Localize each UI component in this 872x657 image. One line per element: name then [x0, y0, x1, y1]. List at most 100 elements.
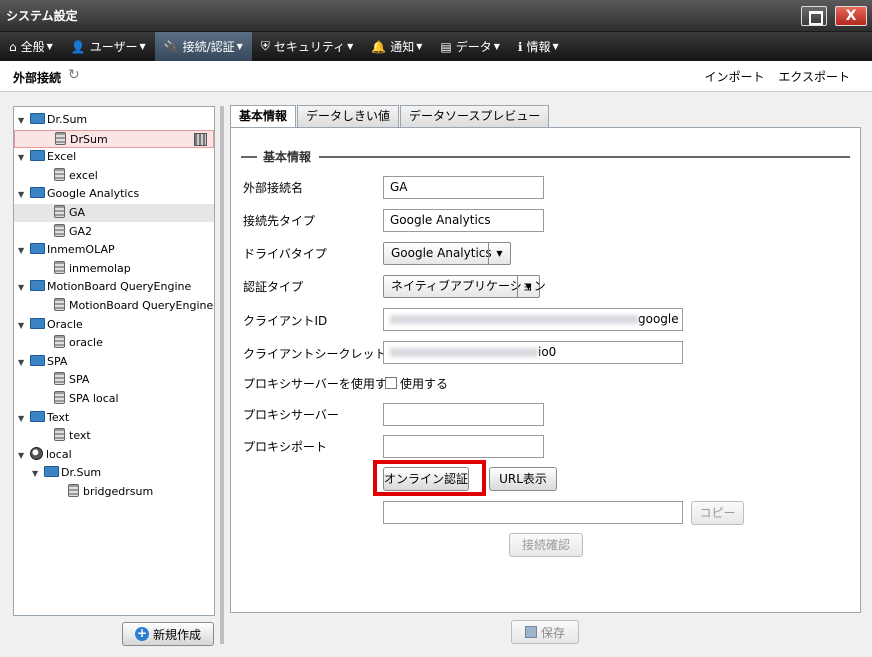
tree-item-group[interactable]: ▼ local	[14, 446, 214, 464]
plug-icon: 🔌	[163, 39, 179, 54]
driver-type-value: Google Analytics	[391, 246, 492, 260]
caret-down-icon: ▼	[347, 42, 354, 51]
menu-label: 接続/認証	[182, 40, 235, 54]
menu-general[interactable]: ⌂ 全般 ▼	[0, 32, 62, 61]
import-link[interactable]: インポート	[705, 70, 765, 84]
expand-arrow-icon[interactable]: ▼	[18, 447, 30, 465]
trash-icon[interactable]	[194, 132, 207, 146]
tree-item-label: text	[69, 429, 91, 443]
type-label: 接続先タイプ	[243, 214, 316, 228]
tree-item-group[interactable]: ▼ Dr.Sum	[14, 464, 214, 482]
connection-name-input[interactable]: GA	[383, 176, 544, 199]
menu-label: データ	[455, 40, 492, 54]
connection-type-input[interactable]: Google Analytics	[383, 209, 544, 232]
tree-item-label: Dr.Sum	[61, 466, 102, 480]
database-icon	[54, 391, 65, 404]
menu-data[interactable]: ▤ データ ▼	[431, 32, 509, 61]
export-link[interactable]: エクスポート	[778, 70, 850, 84]
auth-url-input[interactable]	[383, 501, 683, 524]
tree-item-connection[interactable]: DrSum	[14, 129, 214, 148]
tree-item-connection[interactable]: MotionBoard QueryEngine	[14, 297, 214, 315]
use-proxy-checkbox-label[interactable]: 使用する	[400, 375, 448, 392]
client-id-input[interactable]: google	[383, 308, 683, 331]
expand-arrow-icon[interactable]: ▼	[18, 242, 30, 260]
tree-item-label: MotionBoard QueryEngine	[47, 280, 192, 294]
caret-down-icon: ▼	[236, 42, 243, 51]
folder-icon	[30, 354, 45, 366]
caret-down-icon: ▼	[493, 42, 500, 51]
driver-type-select[interactable]: Google Analytics ▼	[383, 242, 511, 265]
tree-item-connection[interactable]: SPA	[14, 371, 214, 389]
menu-connection-auth[interactable]: 🔌 接続/認証 ▼	[154, 32, 252, 61]
expand-arrow-icon[interactable]: ▼	[18, 112, 30, 130]
menu-notification[interactable]: 🔔 通知 ▼	[362, 32, 431, 61]
save-label: 保存	[540, 625, 565, 640]
tree-item-group[interactable]: ▼ SPA	[14, 353, 214, 371]
expand-arrow-icon[interactable]: ▼	[18, 354, 30, 372]
proxy-server-input[interactable]	[383, 403, 544, 426]
menu-label: 通知	[390, 40, 415, 54]
panel-splitter[interactable]	[220, 106, 224, 644]
home-icon: ⌂	[9, 39, 17, 54]
tree-item-label: oracle	[69, 336, 103, 350]
info-icon: ℹ	[517, 39, 523, 54]
tree-item-group[interactable]: ▼ Text	[14, 409, 214, 427]
tree-item-label: inmemolap	[69, 261, 131, 275]
tree-item-connection[interactable]: oracle	[14, 334, 214, 352]
client-id-label: クライアントID	[243, 314, 328, 328]
new-connection-label: 新規作成	[152, 627, 201, 642]
database-icon	[54, 335, 65, 349]
menu-info[interactable]: ℹ 情報 ▼	[509, 32, 568, 61]
tree-item-connection[interactable]: excel	[14, 167, 214, 185]
tree-item-group[interactable]: ▼ Oracle	[14, 316, 214, 334]
use-proxy-checkbox[interactable]	[385, 377, 397, 389]
tree-item-connection[interactable]: SPA local	[14, 390, 214, 408]
menu-users[interactable]: 👤 ユーザー ▼	[62, 32, 155, 61]
tab-datasource-preview[interactable]: データソースプレビュー	[400, 105, 550, 127]
expand-arrow-icon[interactable]: ▼	[18, 317, 30, 335]
tree-item-group[interactable]: ▼ Dr.Sum	[14, 111, 214, 129]
expand-arrow-icon[interactable]: ▼	[18, 149, 30, 167]
menu-security[interactable]: ⛨ セキュリティ ▼	[252, 32, 362, 61]
tree-item-connection[interactable]: GA	[14, 204, 214, 222]
tree-item-group[interactable]: ▼ Google Analytics	[14, 185, 214, 203]
globe-icon	[30, 446, 43, 460]
tree-item-group[interactable]: ▼ MotionBoard QueryEngine	[14, 278, 214, 296]
tree-item-group[interactable]: ▼ InmemOLAP	[14, 241, 214, 259]
tree-item-connection[interactable]: inmemolap	[14, 260, 214, 278]
tree-item-connection[interactable]: GA2	[14, 223, 214, 241]
use-proxy-label: プロキシサーバーを使用する	[243, 377, 399, 391]
tab-data-threshold[interactable]: データしきい値	[297, 105, 400, 127]
save-button[interactable]: 保存	[511, 620, 579, 644]
expand-arrow-icon[interactable]: ▼	[32, 465, 44, 483]
redacted-value	[390, 348, 538, 357]
tree-item-label: SPA local	[69, 392, 119, 405]
expand-arrow-icon[interactable]: ▼	[18, 186, 30, 204]
database-icon	[54, 428, 65, 442]
folder-icon	[30, 150, 45, 162]
folder-icon	[30, 187, 45, 199]
test-connection-button[interactable]: 接続確認	[509, 533, 583, 557]
expand-arrow-icon[interactable]: ▼	[18, 279, 30, 297]
new-connection-button[interactable]: + 新規作成	[122, 622, 214, 646]
client-secret-input[interactable]: io0	[383, 341, 683, 364]
copy-button[interactable]: コピー	[691, 501, 744, 525]
menu-label: 全般	[20, 40, 45, 54]
user-icon: 👤	[70, 39, 86, 54]
tree-item-label: SPA	[47, 354, 68, 368]
tree-item-connection[interactable]: text	[14, 427, 214, 445]
chevron-down-icon: ▼	[517, 276, 539, 297]
proxy-port-input[interactable]	[383, 435, 544, 458]
database-icon	[54, 372, 65, 386]
tree-item-group[interactable]: ▼ Excel	[14, 148, 214, 166]
connection-tree: ▼ Dr.Sum DrSum ▼ Excel excel ▼ Google Analytics…	[13, 106, 215, 616]
show-url-button[interactable]: URL表示	[489, 467, 557, 491]
tree-item-connection[interactable]: bridgedrsum	[14, 483, 214, 501]
tab-basic-info[interactable]: 基本情報	[230, 105, 297, 128]
close-button[interactable]: X	[835, 6, 867, 26]
caret-down-icon: ▼	[416, 42, 423, 51]
auth-type-select[interactable]: ネイティブアプリケーション ▼	[383, 275, 546, 298]
maximize-button[interactable]	[801, 6, 827, 26]
refresh-icon[interactable]: ↻	[68, 67, 80, 83]
expand-arrow-icon[interactable]: ▼	[18, 410, 30, 428]
